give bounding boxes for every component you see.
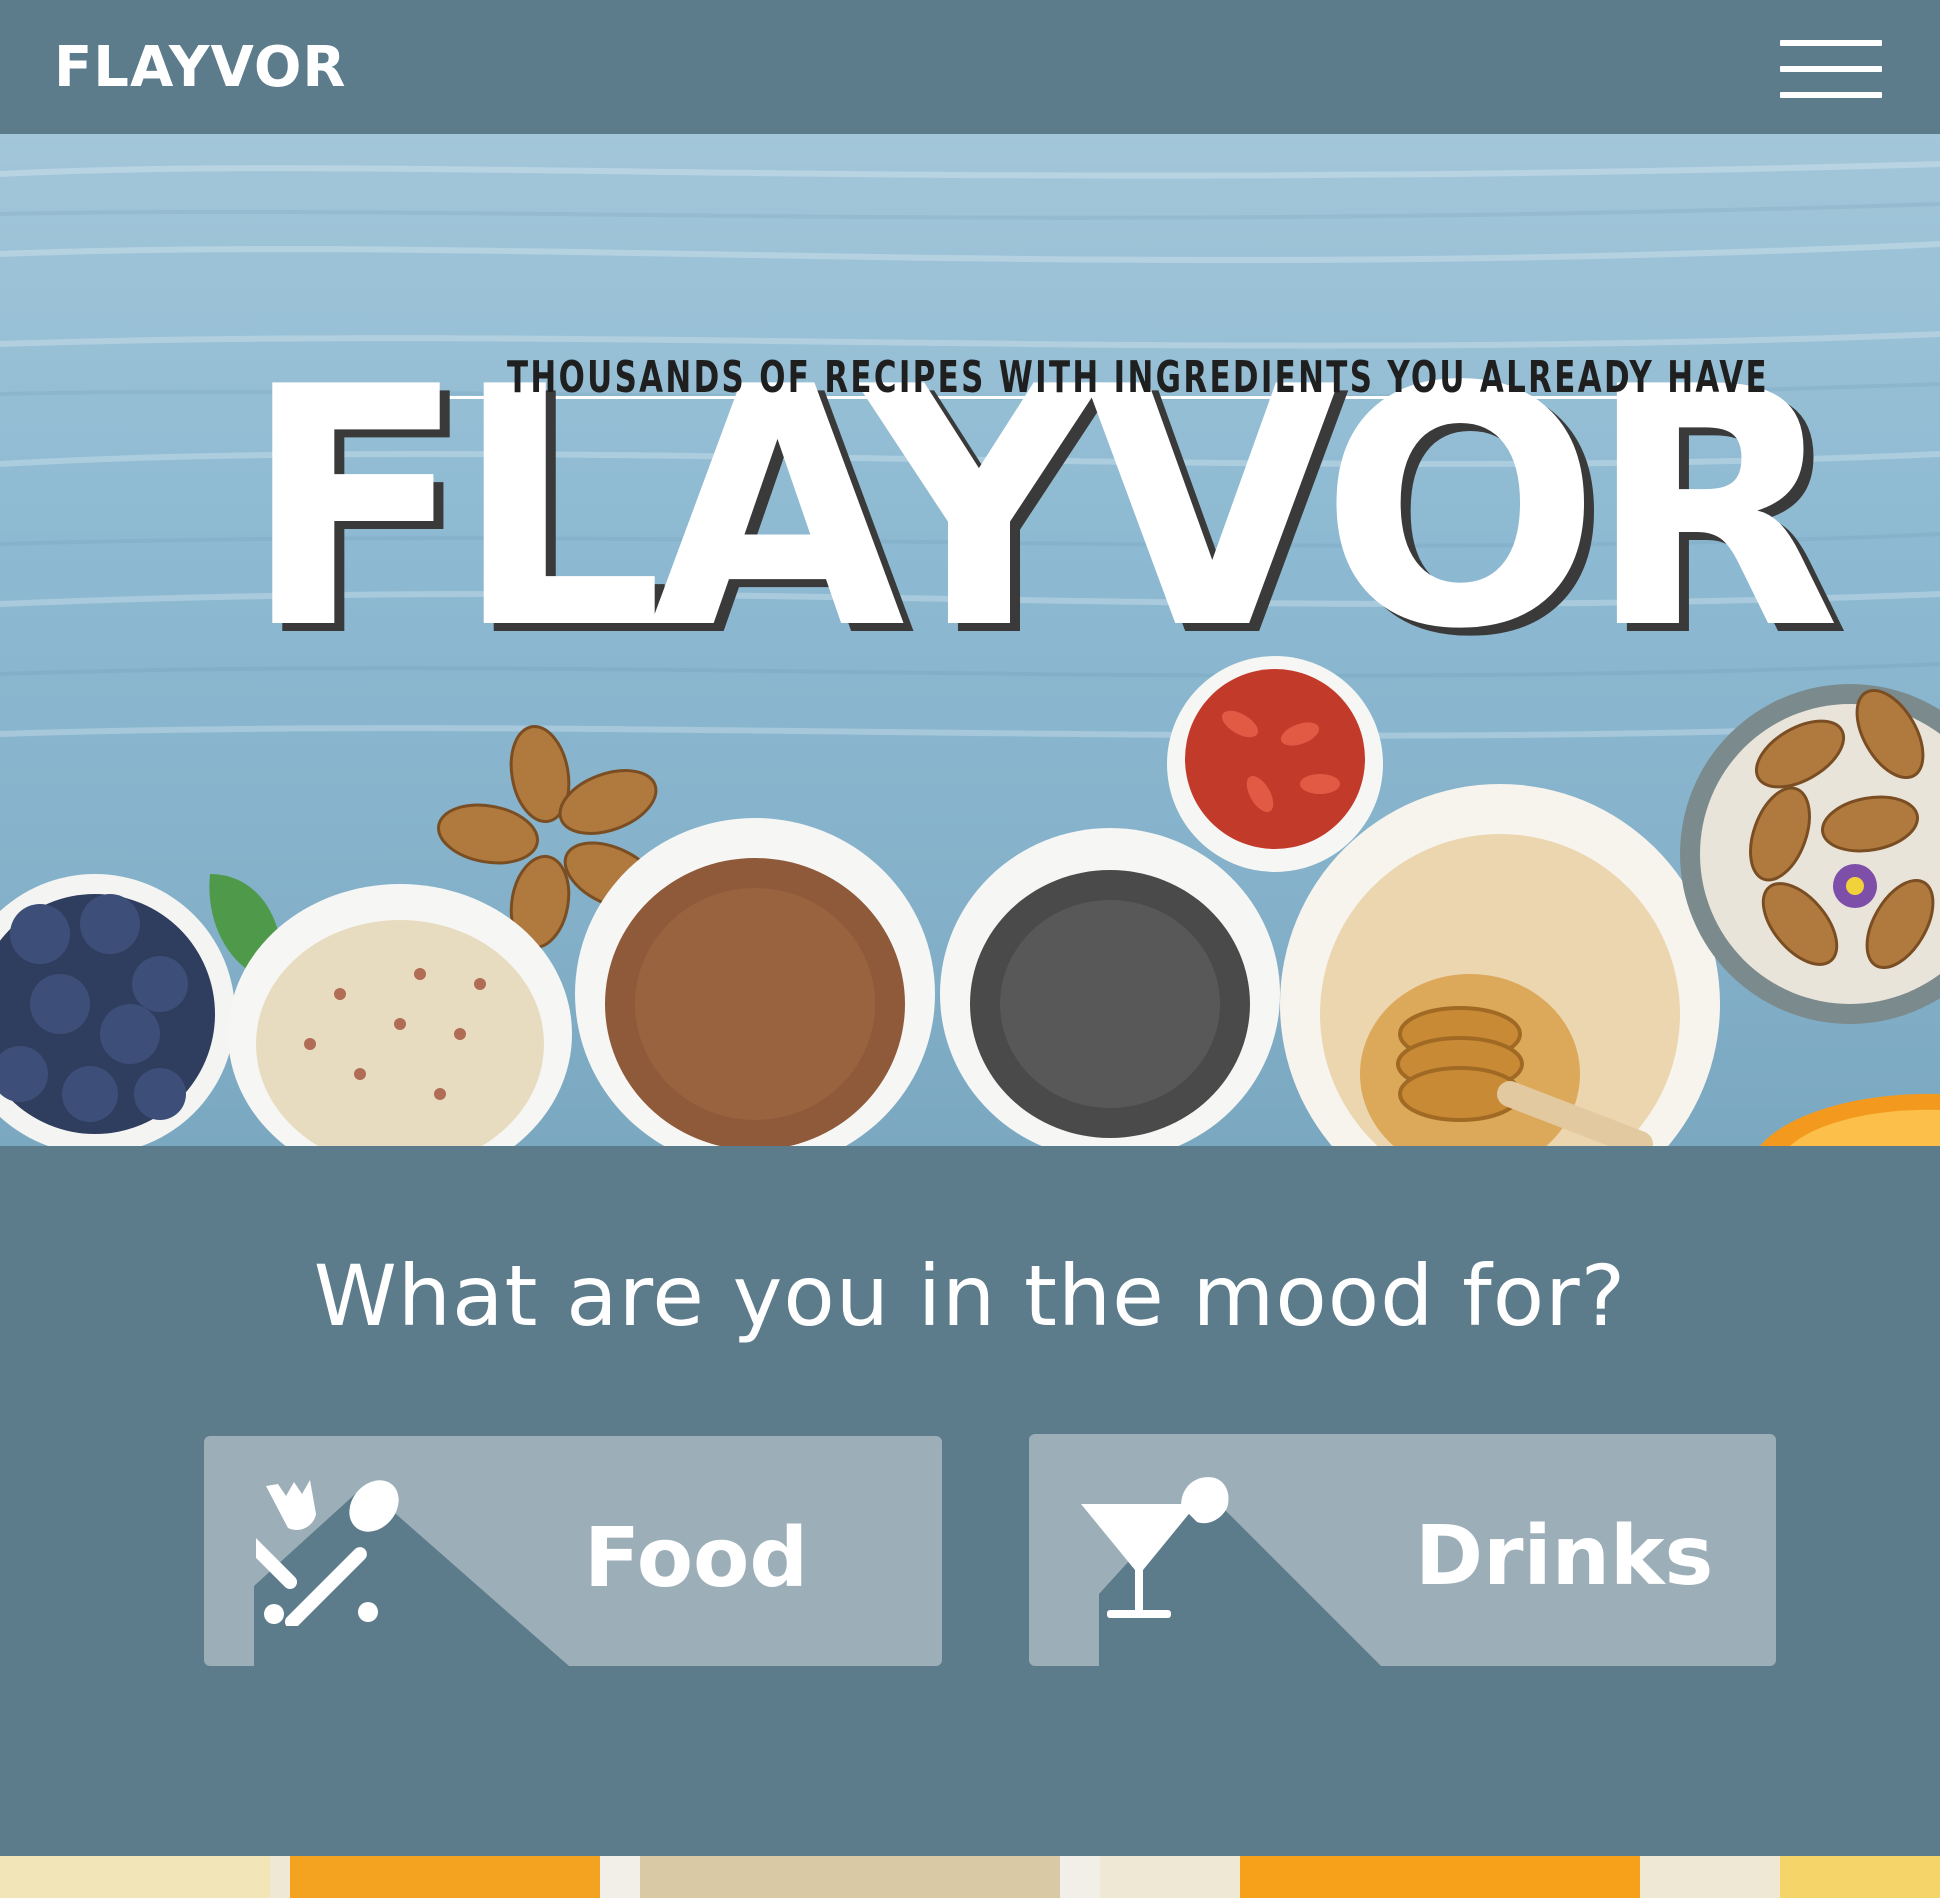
top-navigation-bar: FLAYVOR [0,0,1940,134]
hero-tagline: THOUSANDS OF RECIPES WITH INGREDIENTS YO… [507,352,1769,403]
hero-banner: FLAYVOR THOUSANDS OF RECIPES WITH INGRED… [0,134,1940,1146]
brand-logo[interactable]: FLAYVOR [54,34,347,102]
bottom-food-image [0,1856,1940,1898]
food-button-label: Food [584,1511,809,1606]
drinks-button[interactable]: Drinks [1029,1434,1776,1666]
app-page: FLAYVOR FLAYVOR THOUSANDS OF RECIPES WIT… [0,0,1940,1898]
next-section-image-peek [0,1856,1940,1898]
fork-spoon-icon [256,1480,399,1626]
hamburger-menu-icon[interactable] [1780,40,1882,98]
category-selection-section: What are you in the mood for? Food Drink… [0,1146,1940,1856]
food-button[interactable]: Food [204,1436,942,1666]
cocktail-glass-icon [1081,1477,1229,1618]
mood-question: What are you in the mood for? [313,1247,1627,1345]
drinks-button-label: Drinks [1415,1509,1714,1604]
